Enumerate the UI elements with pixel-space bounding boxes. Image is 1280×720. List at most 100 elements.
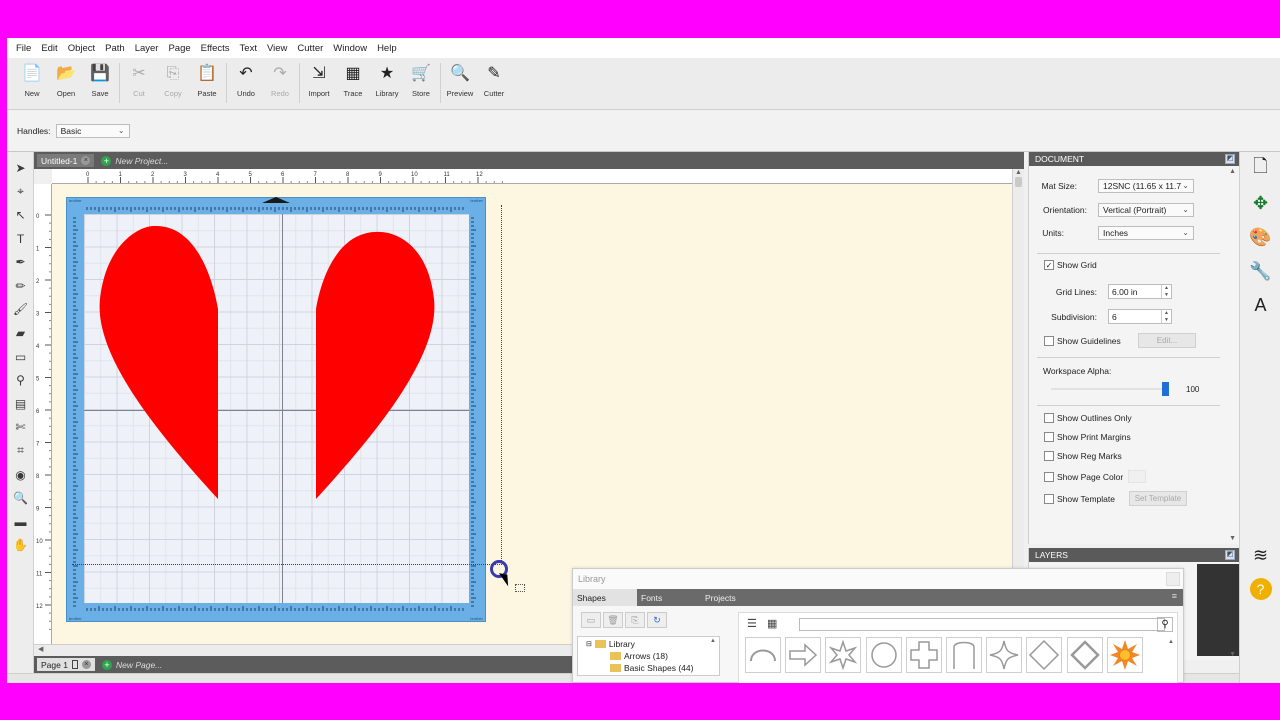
shapes-scroll-up-icon[interactable]: ▲	[1168, 639, 1174, 645]
scroll-thumb[interactable]	[1015, 177, 1022, 187]
layers-icon[interactable]: ≋	[1240, 538, 1280, 572]
tree-item-basic-shapes[interactable]: Basic Shapes (44)	[578, 661, 719, 673]
panel-pin-icon[interactable]: ◩	[1225, 154, 1235, 164]
gradient-icon[interactable]: ▤	[7, 392, 34, 416]
tab-untitled-1[interactable]: Untitled-1 ×	[37, 154, 95, 167]
menu-help[interactable]: Help	[372, 43, 402, 54]
menu-view[interactable]: View	[262, 43, 292, 54]
crop-icon[interactable]: ⌗	[7, 439, 34, 463]
grid-view-icon[interactable]: ▦	[767, 617, 777, 630]
set-template-button[interactable]: Set Template	[1128, 491, 1187, 506]
knife-icon[interactable]: ✄	[7, 416, 34, 440]
search-icon[interactable]: ⚲	[1157, 617, 1173, 632]
import-button[interactable]: ⇲ Import	[302, 58, 336, 106]
tab-shapes[interactable]: Shapes	[573, 589, 637, 606]
eyedropper-icon[interactable]: ⚲	[7, 368, 34, 392]
node-edit-icon[interactable]: ⌖	[7, 180, 34, 204]
tab-page-1[interactable]: Page 1 ×	[37, 658, 95, 671]
text-tool-icon[interactable]: T	[7, 227, 34, 251]
library-titlebar[interactable]: Library	[573, 569, 1183, 589]
list-view-icon[interactable]: ☰	[747, 617, 757, 630]
menu-layer[interactable]: Layer	[130, 43, 164, 54]
undo-button[interactable]: ↶ Undo	[229, 58, 263, 106]
cut-button[interactable]: ✂ Cut	[122, 58, 156, 106]
close-icon[interactable]	[1166, 572, 1180, 586]
tab-projects[interactable]: Projects	[701, 589, 765, 606]
four-point-star-shape[interactable]	[986, 637, 1023, 673]
scroll-up-icon[interactable]: ▲	[1013, 169, 1024, 176]
show-guidelines-checkbox[interactable]	[1044, 335, 1054, 346]
menu-text[interactable]: Text	[235, 43, 262, 54]
library-button[interactable]: ★ Library	[370, 58, 404, 106]
panel-scroll-up-icon[interactable]: ▲	[1229, 168, 1236, 175]
text-style-icon[interactable]: A	[1240, 288, 1280, 322]
collapse-icon[interactable]: ⊟	[586, 640, 592, 648]
tree-item-library[interactable]: ⊟ Library	[578, 637, 719, 649]
menu-cutter[interactable]: Cutter	[292, 43, 328, 54]
redo-button[interactable]: ↷ Redo	[263, 58, 297, 106]
wrench-icon[interactable]: 🔧	[1240, 254, 1280, 288]
circle-shape[interactable]	[865, 637, 902, 673]
contour-icon[interactable]: ◉	[7, 463, 34, 487]
show-outlines-checkbox[interactable]	[1044, 413, 1054, 423]
diamond-bold-shape[interactable]	[1066, 637, 1103, 673]
menu-effects[interactable]: Effects	[196, 43, 235, 54]
close-icon[interactable]: ×	[81, 156, 91, 165]
new-folder-icon[interactable]: ▭	[581, 612, 601, 628]
show-page-color-checkbox[interactable]	[1044, 471, 1054, 482]
show-print-margins-checkbox[interactable]	[1044, 432, 1054, 442]
scroll-left-icon[interactable]: ◀	[38, 645, 43, 653]
tab-fonts[interactable]: Fonts	[637, 589, 701, 606]
tree-scroll-up-icon[interactable]: ▲	[710, 638, 716, 644]
mat-size-select[interactable]: 12SNC (11.65 x 11.7 ⌄	[1098, 179, 1194, 193]
document-settings-icon[interactable]: 🗋	[1240, 152, 1280, 186]
pen-icon[interactable]: ✒	[7, 250, 34, 274]
new-project-tab[interactable]: + New Project...	[97, 154, 172, 167]
delete-icon[interactable]: 🗑	[603, 612, 623, 628]
page-color-swatch[interactable]	[1128, 470, 1147, 483]
export-icon[interactable]: ⎘	[625, 612, 645, 628]
menu-edit[interactable]: Edit	[36, 43, 62, 54]
library-search-input[interactable]	[799, 618, 1165, 631]
edit-guidelines-button[interactable]: Edit...	[1138, 333, 1196, 348]
layers-scroll-down-icon[interactable]: ▼	[1229, 651, 1236, 658]
arch-shape[interactable]	[946, 637, 982, 673]
star-burst-shape[interactable]	[825, 637, 862, 673]
refresh-icon[interactable]: ↻	[647, 612, 667, 628]
rectangle-icon[interactable]: ▭	[7, 345, 34, 369]
save-button[interactable]: 💾 Save	[83, 58, 117, 106]
menu-path[interactable]: Path	[100, 43, 130, 54]
preview-button[interactable]: 🔍 Preview	[443, 58, 477, 106]
diamond-outline-shape[interactable]	[1026, 637, 1063, 673]
flower-shape[interactable]	[1106, 637, 1143, 673]
panel-scroll-down-icon[interactable]: ▼	[1229, 535, 1236, 542]
cross-shape[interactable]	[905, 637, 942, 673]
pencil-icon[interactable]: ✏	[7, 274, 34, 298]
slider-thumb[interactable]	[1162, 382, 1169, 396]
workspace-alpha-slider[interactable]	[1051, 382, 1169, 396]
library-menu-icon[interactable]: ≡	[1172, 591, 1177, 601]
subdivision-stepper[interactable]: 6 ▲ ▼	[1108, 309, 1172, 324]
eraser-icon[interactable]: ▰	[7, 321, 34, 345]
new-page-tab[interactable]: + New Page...	[98, 658, 166, 671]
copy-button[interactable]: ⎘ Copy	[156, 58, 190, 106]
brush-icon[interactable]: 🖌	[7, 298, 34, 322]
units-select[interactable]: Inches ⌄	[1098, 226, 1194, 240]
show-template-checkbox[interactable]	[1044, 493, 1054, 504]
tree-item-arrows[interactable]: Arrows (18)	[578, 649, 719, 661]
menu-window[interactable]: Window	[328, 43, 372, 54]
stepper-arrows-icon[interactable]: ▲ ▼	[1161, 285, 1171, 298]
cutter-button[interactable]: ✎ Cutter	[477, 58, 511, 106]
handles-select[interactable]: Basic ⌄	[55, 123, 130, 138]
panel-pin-icon[interactable]: ◩	[1225, 550, 1235, 560]
help-icon[interactable]: ?	[1240, 572, 1280, 606]
show-reg-marks-checkbox[interactable]	[1044, 451, 1054, 461]
menu-file[interactable]: File	[11, 43, 36, 54]
paste-button[interactable]: 📋 Paste	[190, 58, 224, 106]
stepper-arrows-icon[interactable]: ▲ ▼	[1161, 310, 1171, 323]
store-button[interactable]: 🛒 Store	[404, 58, 438, 106]
measure-icon[interactable]: ▬	[7, 510, 34, 534]
menu-object[interactable]: Object	[63, 43, 100, 54]
arc-shape[interactable]	[745, 637, 781, 673]
move-transform-icon[interactable]: ✥	[1240, 186, 1280, 220]
